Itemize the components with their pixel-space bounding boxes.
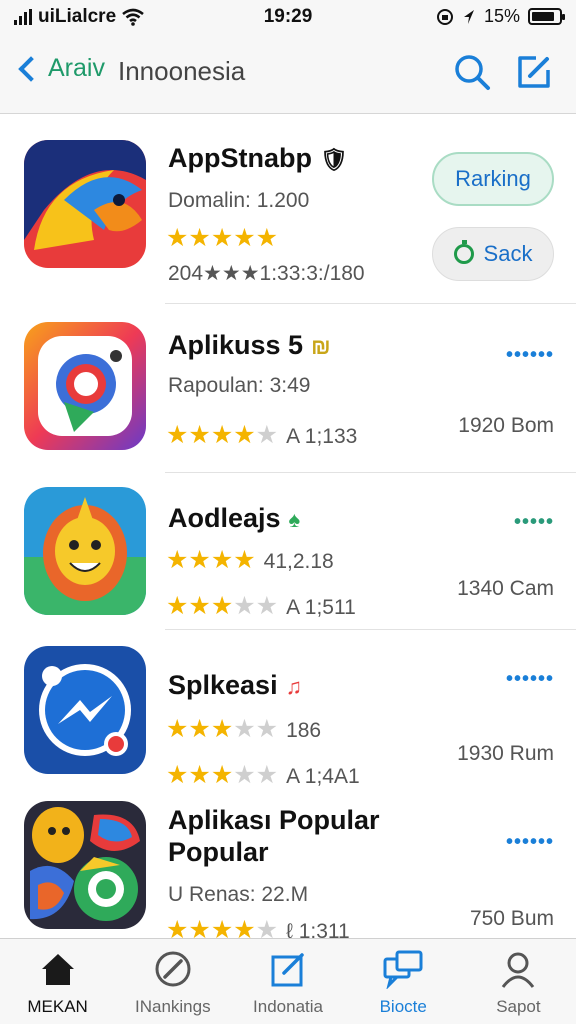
navigation-bar: Araiv Innoonesia <box>0 36 576 114</box>
tab-label: Sapot <box>496 997 541 1016</box>
star-rating: ★★★★★ <box>166 224 279 252</box>
more-options-icon[interactable]: •••••• <box>506 668 554 691</box>
chevron-left-icon <box>18 55 44 82</box>
badge-icon: ♫ <box>285 673 303 699</box>
badge-icon: ₪ <box>311 333 331 359</box>
page-title: Innoonesia <box>118 56 246 86</box>
tab-label: INankings <box>135 997 211 1016</box>
battery-percent: 15% <box>483 6 520 26</box>
app-name-text: AppStnabp <box>168 143 312 173</box>
app-name: AppStnabp 🛡 <box>168 143 348 174</box>
rating-count: A 1;511 <box>286 596 356 619</box>
list-item[interactable]: Aodleajs ♠ ★★★★ 41,2.18 ★★★★★ A 1;511 •••••… <box>0 473 576 629</box>
rating-count: A 1;4A1 <box>286 765 360 788</box>
app-name-text: Splkeasi <box>168 670 278 700</box>
rating-count: 186 <box>286 719 322 742</box>
star-rating: ★★★★★ A 1;511 <box>166 592 356 620</box>
tab-support[interactable]: Sapot <box>461 939 576 1024</box>
sack-button[interactable]: Sack <box>432 227 554 281</box>
status-right: 15% <box>436 6 565 27</box>
tab-label: Biocte <box>379 997 427 1016</box>
tab-label: Indonatia <box>253 997 323 1016</box>
app-name-text: Aodleajs <box>168 503 281 533</box>
edit-square-icon <box>271 953 304 987</box>
app-meta: U Renas: 22.M <box>168 883 309 906</box>
search-icon[interactable] <box>452 52 492 92</box>
ranking-button-label: Rarking <box>455 166 531 191</box>
tab-label: MEKAN <box>27 997 88 1016</box>
more-options-icon[interactable]: •••••• <box>506 831 554 854</box>
more-options-icon[interactable]: •••••• <box>506 344 554 367</box>
battery-icon <box>528 8 565 25</box>
app-icon <box>24 140 146 268</box>
back-label: Araiv <box>48 54 105 82</box>
more-options-icon[interactable]: ••••• <box>514 511 554 534</box>
rating-count: 41,2.18 <box>263 550 334 573</box>
ranking-button[interactable]: Rarking <box>432 152 554 206</box>
list-item[interactable]: Aplikuss 5 ₪ Rapoulan: 3:49 ★★★★★ A 1;133 … <box>0 304 576 472</box>
rating-count: A 1;133 <box>286 425 358 448</box>
tab-indonesia[interactable]: Indonatia <box>230 939 345 1024</box>
app-size: 1920 Bom <box>458 414 554 437</box>
compass-icon <box>155 951 191 987</box>
person-icon <box>502 952 535 988</box>
shield-icon: 🛡 <box>319 146 348 172</box>
app-name-text: Aplikuss 5 <box>168 330 304 360</box>
sack-button-label: Sack <box>483 241 533 266</box>
app-name: Splkeasi ♫ <box>168 670 302 701</box>
star-rating: ★★★★★ 186 <box>166 715 322 743</box>
app-icon <box>24 322 146 450</box>
tab-bar: MEKAN INankings Indonatia Biocte Sapot <box>0 938 576 1024</box>
list-item[interactable]: Splkeasi ♫ ★★★★★ 186 ★★★★★ A 1;4A1 •••••• 1… <box>0 630 576 790</box>
app-name: Aodleajs ♠ <box>168 503 300 534</box>
app-name: Aplikası Popular <box>168 805 380 835</box>
compose-icon[interactable] <box>514 52 554 92</box>
list-item[interactable]: Aplikası Popular Popular U Renas: 22.M ★… <box>0 791 576 944</box>
lock-rotation-icon <box>436 8 453 25</box>
app-size: 1930 Rum <box>457 742 554 765</box>
timer-icon <box>453 240 474 264</box>
tab-rankings[interactable]: INankings <box>115 939 230 1024</box>
list-item[interactable]: AppStnabp 🛡 Domalin: 1.200 ★★★★★ 204★★★1:… <box>0 115 576 303</box>
back-button[interactable]: Araiv <box>14 54 105 83</box>
app-name-line2: Popular <box>168 837 269 867</box>
rating-count: 204★★★1:33:3:/180 <box>168 262 365 285</box>
app-icon <box>24 646 146 774</box>
app-icon <box>24 487 146 615</box>
app-size: 750 Bum <box>469 907 554 930</box>
star-rating: ★★★★★ A 1;4A1 <box>166 761 360 789</box>
home-icon <box>41 954 74 985</box>
app-meta: Domalin: 1.200 <box>168 189 310 212</box>
status-bar: uiLialcre 19:29 15% <box>0 0 576 36</box>
app-size: 1340 Cam <box>457 577 554 600</box>
star-rating: ★★★★★ A 1;133 <box>166 421 358 449</box>
star-rating: ★★★★ 41,2.18 <box>166 546 334 574</box>
badge-icon: ♠ <box>288 506 301 532</box>
location-arrow-icon <box>463 9 474 24</box>
tab-browse[interactable]: Biocte <box>346 939 461 1024</box>
tab-home[interactable]: MEKAN <box>0 939 115 1024</box>
battery-fill <box>532 12 555 21</box>
app-meta: Rapoulan: 3:49 <box>168 374 311 397</box>
app-icon <box>24 801 146 929</box>
app-name: Aplikuss 5 ₪ <box>168 330 331 361</box>
chat-bubbles-icon <box>383 950 423 989</box>
